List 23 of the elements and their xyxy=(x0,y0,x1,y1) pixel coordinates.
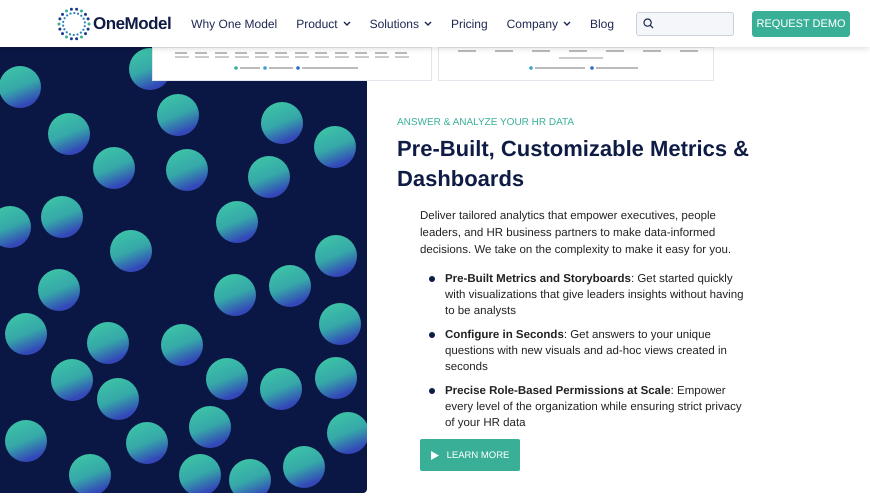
search-icon xyxy=(643,18,654,29)
search-field[interactable] xyxy=(636,12,734,36)
logo-wordmark[interactable]: OneModel xyxy=(93,14,172,34)
bullet-icon xyxy=(429,388,435,394)
nav-link[interactable]: Company xyxy=(506,16,571,30)
nav-link[interactable]: Solutions xyxy=(370,16,432,30)
feature-text: Precise Role-Based Permissions at Scale: Empower every level of the organization while ensuring strict privacy of your HR data xyxy=(445,384,743,431)
bullet-icon xyxy=(429,332,435,338)
section-heading: Pre-Built, Customizable Metrics & Dashboards xyxy=(397,135,750,193)
nav-link[interactable]: Why One Model xyxy=(191,16,278,30)
nav-link[interactable]: Product xyxy=(296,16,351,30)
play-icon xyxy=(430,450,439,460)
logo-icon xyxy=(57,6,91,40)
bullet-icon xyxy=(429,276,435,282)
feature-text: Configure in Seconds: Get answers to your unique questions with new visuals and ad-hoc views created in seconds xyxy=(445,328,728,375)
feature-text: Pre-Built Metrics and Storyboards: Get started quickly with visualizations that give leaders insights without having to be analysts xyxy=(445,272,745,319)
nav-link[interactable]: Pricing xyxy=(450,16,488,30)
caret-icon xyxy=(424,21,432,26)
caret-icon xyxy=(342,21,351,26)
nav-link[interactable]: Blog xyxy=(590,16,614,30)
intro-paragraph: Deliver tailored analytics that empower executives, people leaders, and HR business partners to make data-informed decisions. We take on the complexity to make it easy for you. xyxy=(420,209,732,258)
caret-icon xyxy=(563,21,571,26)
section-eyebrow: ANSWER & ANALYZE YOUR HR DATA xyxy=(397,117,576,128)
